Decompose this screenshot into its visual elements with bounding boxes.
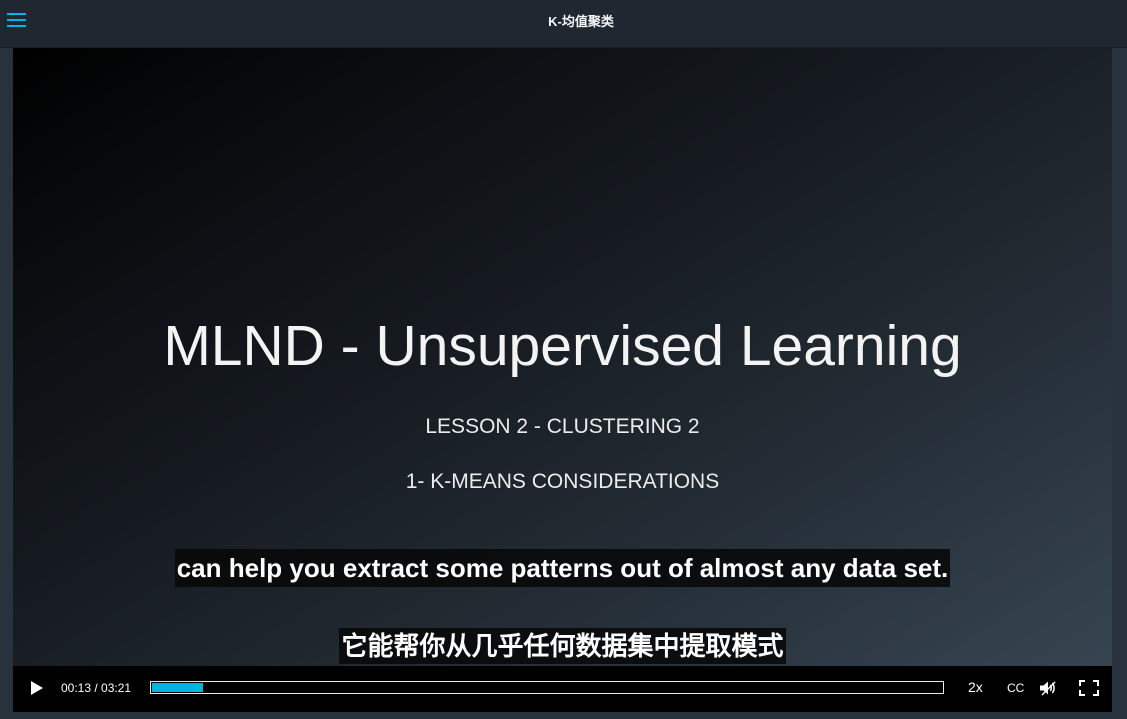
slide-lesson: LESSON 2 - CLUSTERING 2 <box>425 415 700 438</box>
video-player[interactable]: MLND - Unsupervised Learning LESSON 2 - … <box>13 48 1112 712</box>
fullscreen-icon <box>1079 680 1099 696</box>
progress-fill <box>152 683 204 692</box>
progress-bar[interactable] <box>150 681 944 694</box>
subtitle-english: can help you extract some patterns out o… <box>174 549 951 587</box>
play-icon <box>31 681 43 695</box>
menu-button[interactable] <box>5 11 27 29</box>
playback-speed-button[interactable]: 2x <box>968 679 983 695</box>
slide-title: MLND - Unsupervised Learning <box>163 314 962 378</box>
fullscreen-button[interactable] <box>1079 680 1099 696</box>
hamburger-menu-icon <box>7 13 26 27</box>
page-title: K-均值聚类 <box>548 14 614 29</box>
volume-button[interactable] <box>1039 680 1057 696</box>
time-display: 00:13 / 03:21 <box>61 681 132 695</box>
top-bar: K-均值聚类 <box>0 0 1127 48</box>
subtitle-chinese-row: 它能帮你从几乎任何数据集中提取模式 <box>13 628 1112 664</box>
slide-section: 1- K-MEANS CONSIDERATIONS <box>405 470 720 493</box>
subtitle-chinese: 它能帮你从几乎任何数据集中提取模式 <box>339 628 786 664</box>
video-control-bar: 00:13 / 03:21 2x CC <box>13 666 1112 712</box>
subtitle-english-row: can help you extract some patterns out o… <box>13 549 1112 587</box>
volume-icon <box>1040 681 1056 696</box>
captions-button[interactable]: CC <box>1007 681 1024 695</box>
play-button[interactable] <box>31 681 43 695</box>
